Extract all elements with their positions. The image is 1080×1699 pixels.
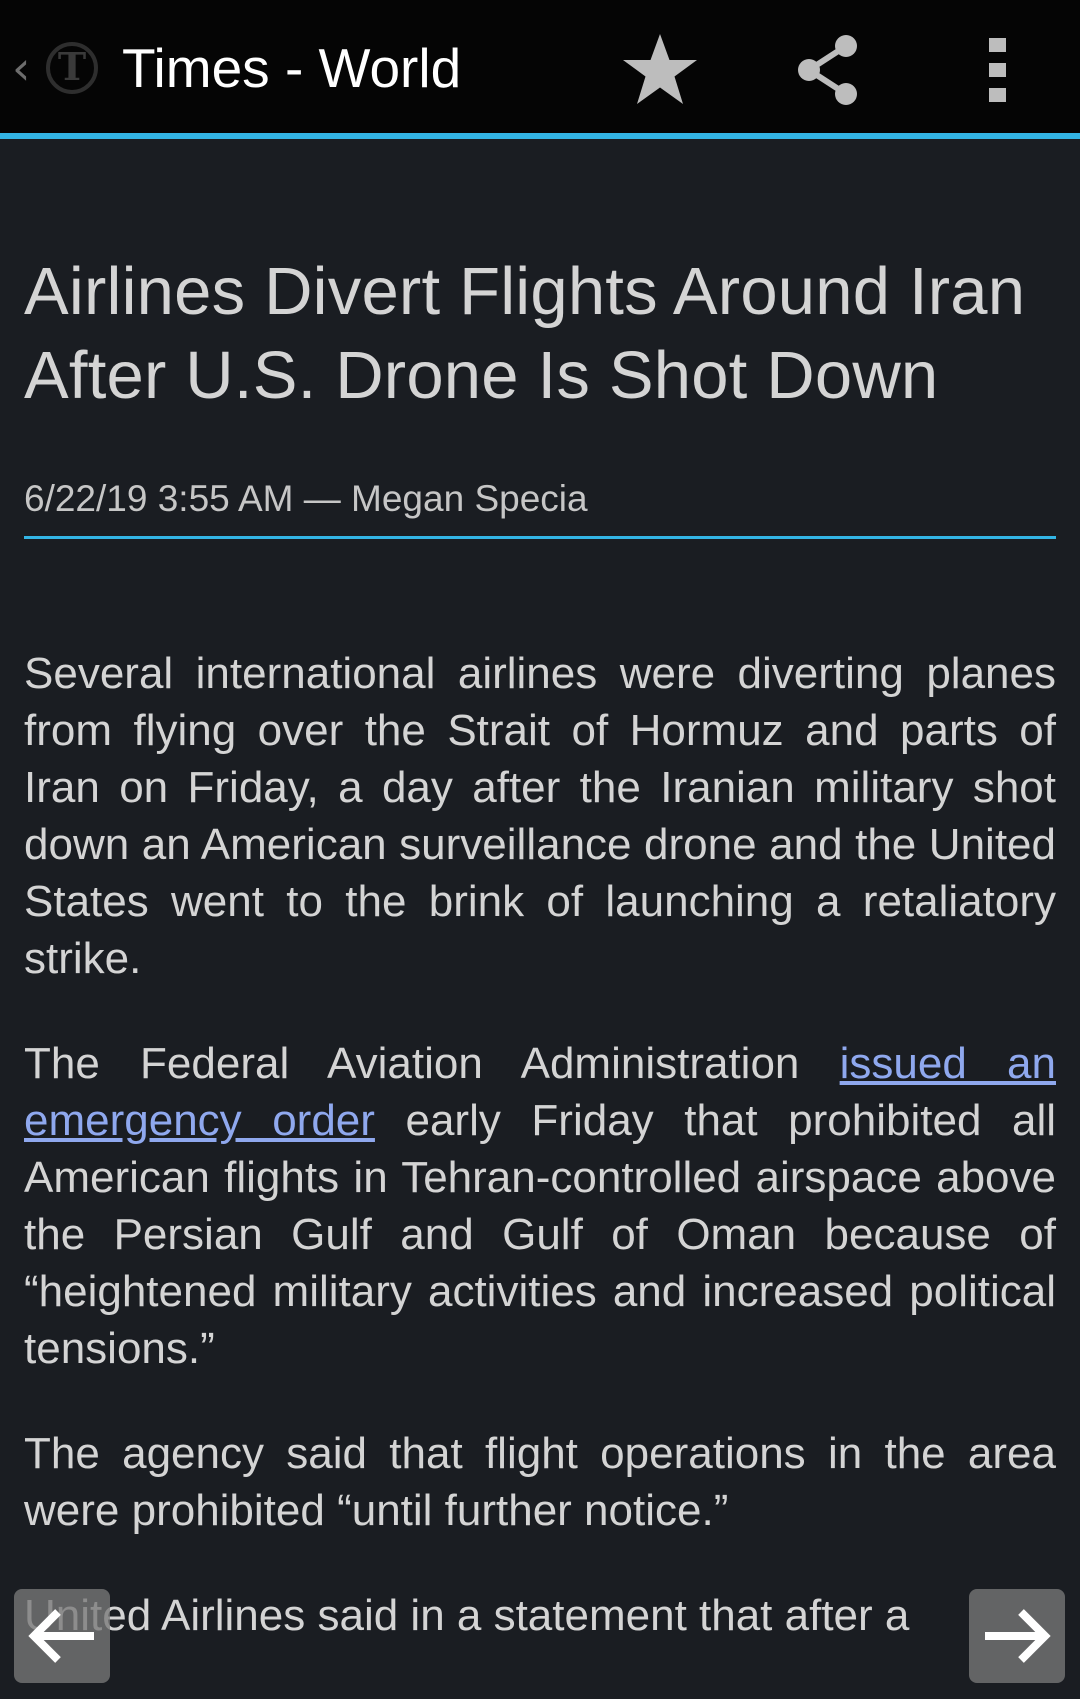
paragraph: Several international airlines were dive… (24, 649, 1056, 983)
article-headline: Airlines Divert Flights Around Iran Afte… (24, 254, 1026, 413)
app-screen: ‹ T Times - World Airlines Divert Flight… (0, 0, 1080, 1699)
share-icon (798, 35, 857, 105)
next-article-button[interactable] (969, 1589, 1065, 1683)
up-caret-icon[interactable]: ‹ (12, 38, 30, 98)
star-icon (623, 34, 697, 104)
article-body: Several international airlines were dive… (24, 645, 1056, 1644)
arrow-left-icon (28, 1609, 94, 1663)
article-byline: 6/22/19 3:55 AM — Megan Specia (24, 476, 1056, 539)
paragraph: The Federal Aviation Administration issu… (24, 1035, 1056, 1377)
app-title: Times - World (122, 37, 462, 99)
overflow-menu-icon (989, 38, 1006, 102)
favorite-button[interactable] (612, 22, 708, 118)
paragraph-text: The Federal Aviation Administration (24, 1039, 840, 1088)
arrow-right-icon (985, 1609, 1051, 1663)
article: Airlines Divert Flights Around Iran Afte… (24, 139, 1056, 1692)
nyt-logo-icon[interactable]: T (44, 34, 100, 98)
share-button[interactable] (780, 22, 876, 118)
paragraph: The agency said that flight operations i… (24, 1429, 1056, 1535)
paragraph: United Airlines said in a statement that… (24, 1591, 910, 1640)
overflow-menu-button[interactable] (950, 22, 1046, 118)
svg-text:T: T (58, 44, 86, 89)
previous-article-button[interactable] (14, 1589, 110, 1683)
action-bar: ‹ T Times - World (0, 0, 1080, 139)
